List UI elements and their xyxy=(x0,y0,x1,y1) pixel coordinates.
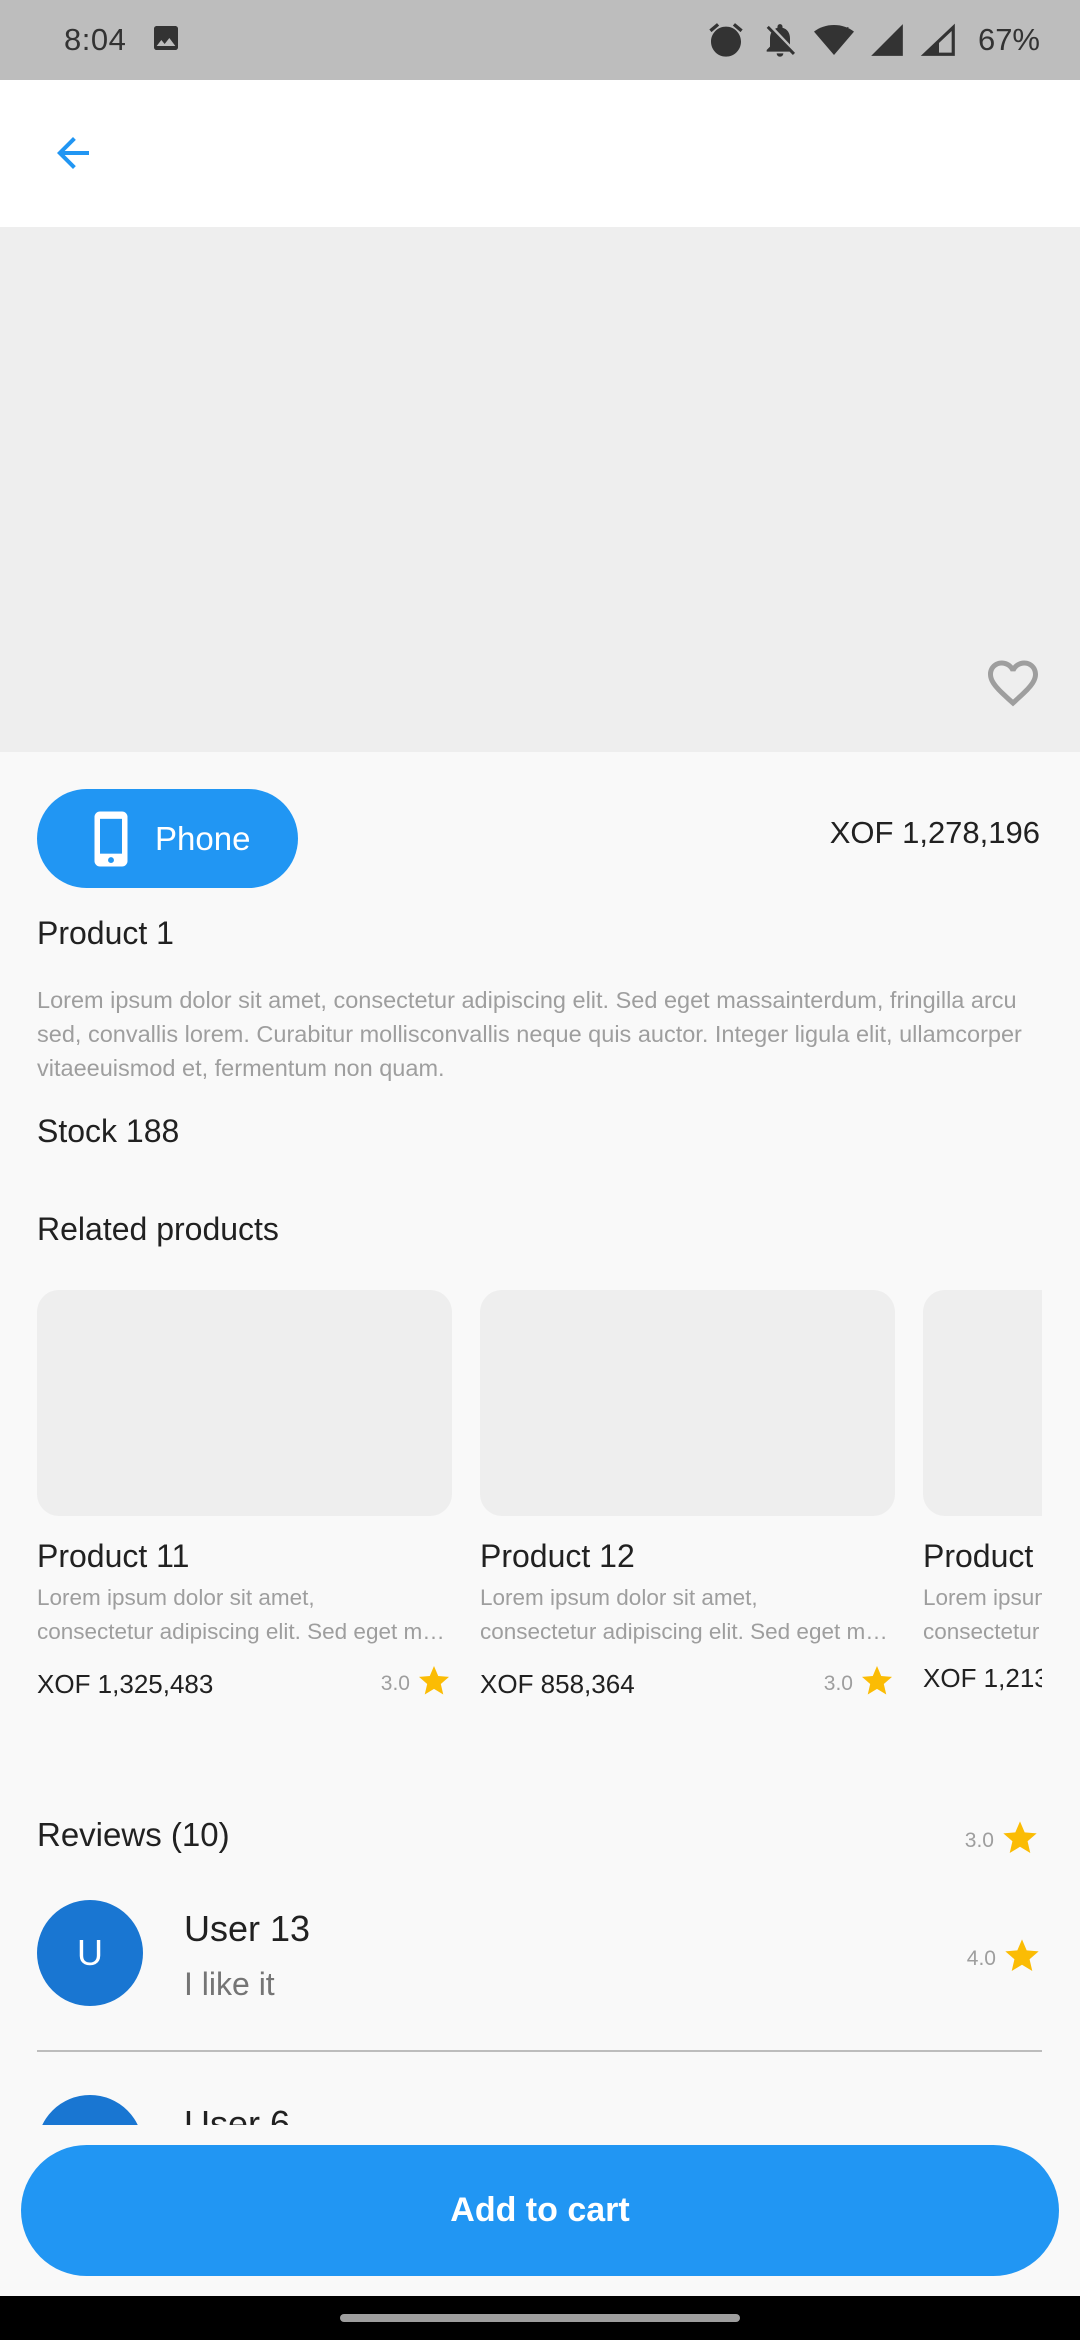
card-title: Product 12 xyxy=(480,1538,635,1574)
related-products-title: Related products xyxy=(37,1211,279,1247)
card-price: XOF 1,325,483 xyxy=(37,1668,214,1699)
reviews-title: Reviews (10) xyxy=(37,1816,230,1853)
review-rating: 4.0 xyxy=(967,1936,1042,1982)
rating-value: 3.0 xyxy=(380,1672,410,1695)
card-title: Product 11 xyxy=(37,1538,190,1574)
card-desc-line: consectetur adipiscing elit. Sed eget ma… xyxy=(37,1619,452,1644)
related-product-card[interactable]: Product 12 Lorem ipsum dolor sit amet, c… xyxy=(480,1290,895,1705)
star-icon xyxy=(416,1663,452,1705)
home-handle[interactable] xyxy=(340,2314,740,2322)
avatar: U xyxy=(37,2095,143,2125)
card-desc-line: consectetur adipiscing elit. Sed eget ma… xyxy=(480,1619,895,1644)
stock-label: Stock xyxy=(37,1113,118,1149)
reviews-list[interactable]: U User 13 I like it 4.0 U User 6 xyxy=(0,1900,1080,2125)
card-desc-line: Lorem ipsum dolor sit amet, xyxy=(37,1585,315,1610)
card-rating: 3.0 xyxy=(824,1663,895,1705)
card-desc-line: Lorem ipsum dolor sit amet, xyxy=(480,1585,758,1610)
star-icon xyxy=(1002,1936,1042,1982)
card-desc-line: consectetur adipiscing elit. Sed eget ma… xyxy=(923,1619,1042,1644)
star-icon xyxy=(1000,1818,1040,1864)
product-thumbnail xyxy=(480,1290,895,1516)
stock-value: 188 xyxy=(125,1113,180,1149)
status-time: 8:04 xyxy=(64,22,127,57)
system-nav-bar xyxy=(0,2296,1080,2340)
back-button[interactable] xyxy=(40,122,106,188)
svg-text:x: x xyxy=(842,22,849,36)
card-description: Lorem ipsum dolor sit amet, consectetur … xyxy=(923,1581,1042,1649)
signal-icon xyxy=(868,21,906,59)
product-title: Product 1 xyxy=(37,915,174,951)
product-image xyxy=(0,227,1080,752)
heart-outline-icon xyxy=(983,653,1043,718)
card-description: Lorem ipsum dolor sit amet, consectetur … xyxy=(480,1581,895,1649)
review-user: User 6 xyxy=(184,2103,291,2125)
alarm-icon xyxy=(706,20,746,60)
rating-value: 3.0 xyxy=(823,1672,853,1695)
review-text: I like it xyxy=(184,1966,275,2002)
product-thumbnail xyxy=(923,1290,1042,1516)
card-price: XOF 1,213, xyxy=(923,1663,1042,1693)
signal-icon xyxy=(920,21,958,59)
image-icon xyxy=(150,22,182,59)
bell-off-icon xyxy=(760,20,800,60)
card-rating: 3.0 xyxy=(381,1663,452,1705)
arrow-left-icon xyxy=(49,129,97,182)
phone-icon xyxy=(89,809,133,869)
category-label: Phone xyxy=(155,819,251,857)
favorite-button[interactable] xyxy=(976,648,1050,722)
wifi-icon: x xyxy=(813,20,854,60)
status-bar: 8:04 x 67% xyxy=(0,0,1080,80)
rating-value: 4.0 xyxy=(966,1947,996,1970)
review-user: User 13 xyxy=(184,1908,311,1949)
reviews-average-rating: 3.0 xyxy=(965,1818,1040,1864)
divider xyxy=(37,2050,1042,2052)
rating-value: 3.0 xyxy=(964,1829,994,1852)
battery-percent: 67% xyxy=(977,22,1040,57)
related-product-card[interactable]: Product 11 Lorem ipsum dolor sit amet, c… xyxy=(37,1290,452,1705)
card-title: Product xyxy=(923,1538,1034,1574)
product-price: XOF 1,278,196 xyxy=(829,815,1040,850)
product-description: Lorem ipsum dolor sit amet, consectetur … xyxy=(37,987,1022,1081)
card-description: Lorem ipsum dolor sit amet, consectetur … xyxy=(37,1581,452,1649)
category-chip[interactable]: Phone xyxy=(37,789,298,888)
card-desc-line: Lorem ipsum dolor sit amet, xyxy=(923,1585,1042,1610)
star-icon xyxy=(859,1663,895,1705)
app-bar xyxy=(0,80,1080,227)
stock-info: Stock 188 xyxy=(37,1113,179,1150)
avatar: U xyxy=(37,1900,143,2006)
card-price: XOF 858,364 xyxy=(480,1668,635,1699)
add-to-cart-button[interactable]: Add to cart xyxy=(21,2145,1059,2276)
related-products-list[interactable]: Product 11 Lorem ipsum dolor sit amet, c… xyxy=(37,1290,1042,1710)
product-thumbnail xyxy=(37,1290,452,1516)
related-product-card[interactable]: Product Lorem ipsum dolor sit amet, cons… xyxy=(923,1290,1042,1694)
